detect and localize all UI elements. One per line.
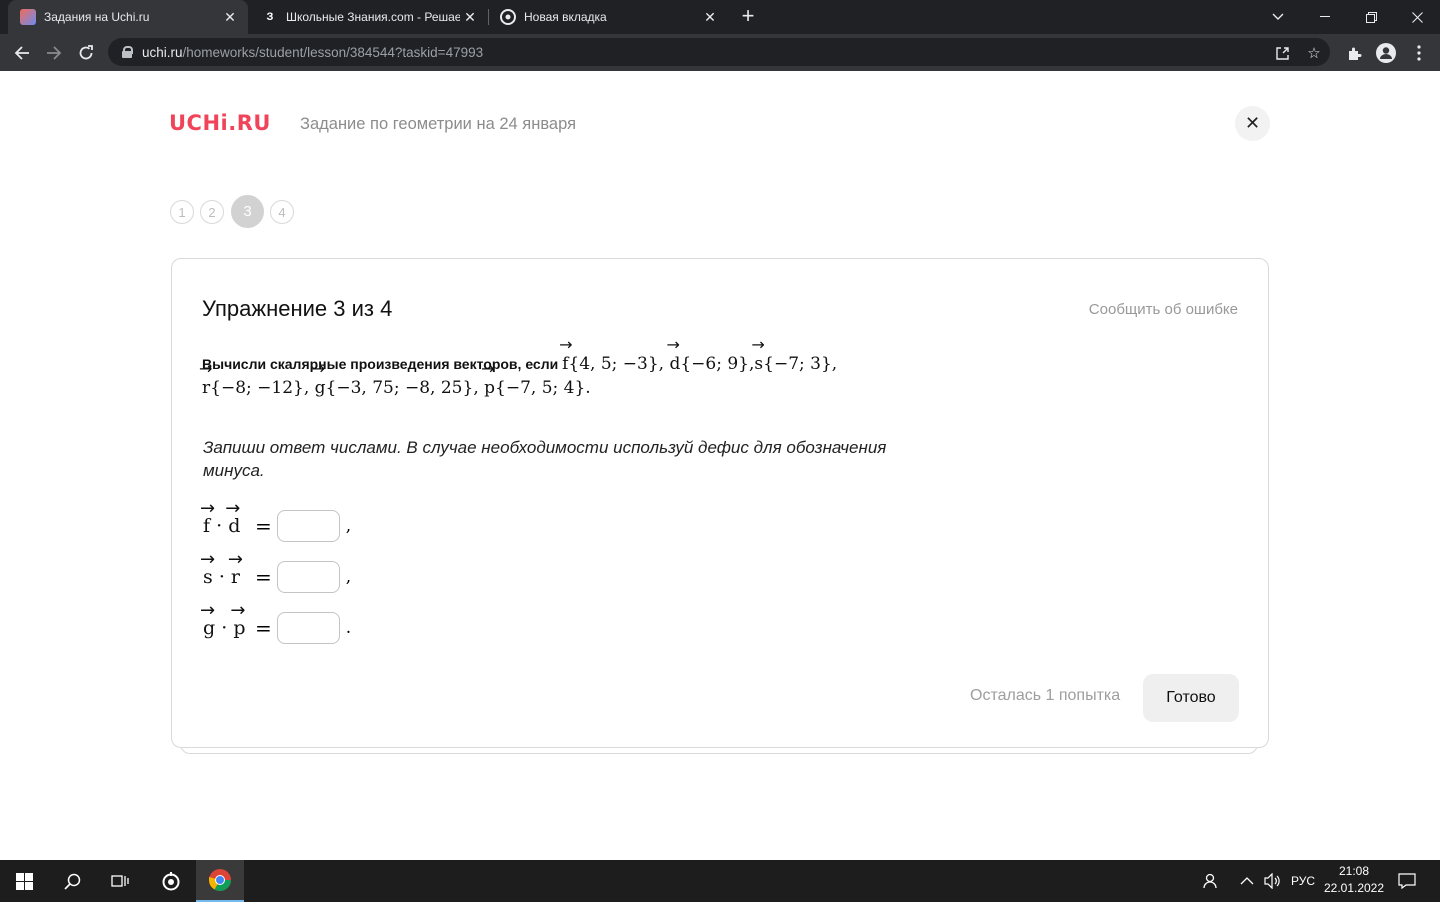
lock-icon bbox=[121, 46, 133, 58]
page-content: UCHi.RU Задание по геометрии на 24 январ… bbox=[0, 71, 1440, 860]
uchi-favicon bbox=[20, 9, 36, 25]
profile-avatar-icon[interactable] bbox=[1372, 39, 1400, 67]
exercise-title: Упражнение 3 из 4 bbox=[202, 296, 393, 321]
vector-name: r bbox=[199, 361, 213, 400]
vector-coords: {−6; 9} bbox=[680, 354, 749, 374]
equals-sign: = bbox=[255, 616, 272, 640]
answer-input-g-p[interactable] bbox=[276, 612, 340, 644]
search-icon[interactable] bbox=[48, 860, 96, 902]
equation-lhs: f · d bbox=[200, 501, 255, 537]
submit-button[interactable]: Готово bbox=[1143, 674, 1239, 722]
tab-new[interactable]: Новая вкладка ✕ bbox=[488, 0, 728, 34]
vector-name: p bbox=[230, 603, 245, 639]
close-icon[interactable]: ✕ bbox=[220, 7, 240, 27]
vector-name: s bbox=[751, 337, 764, 376]
equation-lhs: s · r bbox=[200, 552, 255, 588]
punctuation: . bbox=[345, 618, 352, 638]
windows-taskbar: РУС 21:08 22.01.2022 bbox=[0, 860, 1440, 902]
window-close-button[interactable] bbox=[1394, 0, 1440, 34]
tab-znanija[interactable]: З Школьные Знания.com - Решае ✕ bbox=[250, 0, 488, 34]
tab-title: Новая вкладка bbox=[524, 10, 607, 24]
browser-tab-strip: Задания на Uchi.ru ✕ З Школьные Знания.c… bbox=[0, 0, 1440, 34]
minimize-button[interactable] bbox=[1302, 0, 1348, 34]
close-icon[interactable]: ✕ bbox=[700, 7, 720, 27]
step-2[interactable]: 2 bbox=[200, 200, 224, 224]
dot-operator: · bbox=[216, 515, 223, 537]
system-clock[interactable]: 21:08 22.01.2022 bbox=[1318, 863, 1390, 897]
kebab-menu-icon[interactable] bbox=[1405, 39, 1433, 67]
step-1[interactable]: 1 bbox=[170, 200, 194, 224]
problem-statement: Вычисли скалярные произведения векторов,… bbox=[199, 337, 902, 400]
vector-coords: {−7, 5; 4} bbox=[495, 378, 586, 398]
vector-name: r bbox=[228, 552, 243, 588]
reload-icon[interactable] bbox=[72, 39, 100, 67]
url-text: uchi.ru/homeworks/student/lesson/384544?… bbox=[142, 44, 484, 60]
chrome-taskbar-icon[interactable] bbox=[196, 860, 244, 902]
report-error-link[interactable]: Сообщить об ошибке bbox=[1089, 301, 1238, 318]
forward-icon[interactable] bbox=[40, 39, 68, 67]
tab-uchi[interactable]: Задания на Uchi.ru ✕ bbox=[8, 0, 248, 34]
back-icon[interactable] bbox=[8, 39, 36, 67]
vector-name: p bbox=[481, 361, 495, 400]
equals-sign: = bbox=[255, 514, 272, 538]
exercise-card: Упражнение 3 из 4 Сообщить об ошибке Выч… bbox=[171, 258, 1269, 748]
tab-title: Школьные Знания.com - Решае bbox=[286, 10, 460, 24]
vector-name: s bbox=[200, 552, 215, 588]
vector-name: g bbox=[312, 361, 326, 400]
clock-date: 22.01.2022 bbox=[1323, 881, 1385, 895]
language-indicator[interactable]: РУС bbox=[1291, 860, 1315, 902]
equation-row: f · d = , bbox=[200, 501, 352, 543]
address-bar[interactable]: uchi.ru/homeworks/student/lesson/384544?… bbox=[108, 38, 1330, 66]
attempts-remaining: Осталась 1 попытка bbox=[970, 687, 1121, 704]
extensions-puzzle-icon[interactable] bbox=[1340, 39, 1368, 67]
equation-lhs: g · p bbox=[200, 603, 255, 639]
volume-icon[interactable] bbox=[1264, 860, 1282, 902]
restore-button[interactable] bbox=[1348, 0, 1394, 34]
vector-coords: {−8; −12} bbox=[210, 378, 304, 398]
chevron-up-icon[interactable] bbox=[1240, 860, 1254, 902]
close-icon[interactable]: ✕ bbox=[460, 7, 480, 27]
punctuation: , bbox=[345, 567, 352, 587]
task-view-icon[interactable] bbox=[96, 860, 144, 902]
equals-sign: = bbox=[255, 565, 272, 589]
vector-name: g bbox=[200, 603, 215, 639]
step-4[interactable]: 4 bbox=[270, 200, 294, 224]
vector-coords: {−7; 3} bbox=[763, 354, 832, 374]
punctuation: , bbox=[345, 516, 352, 536]
new-tab-button[interactable]: + bbox=[736, 5, 760, 29]
vector-name: f bbox=[559, 337, 573, 376]
answer-instruction: Запиши ответ числами. В случае необходим… bbox=[203, 438, 887, 480]
vector-coords: {−3, 75; −8, 25} bbox=[325, 378, 474, 398]
vector-name: d bbox=[225, 501, 240, 537]
problem-lead: Вычисли скалярные произведения векторов,… bbox=[202, 356, 559, 372]
tab-search-icon[interactable] bbox=[1255, 0, 1301, 34]
people-icon[interactable] bbox=[1202, 860, 1220, 902]
app-icon[interactable] bbox=[147, 860, 195, 902]
clock-time: 21:08 bbox=[1338, 864, 1370, 878]
bookmark-star-icon[interactable]: ☆ bbox=[1300, 39, 1328, 67]
equation-row: g · p = . bbox=[200, 603, 352, 645]
close-homework-button[interactable]: ✕ bbox=[1235, 106, 1270, 141]
windows-start-icon[interactable] bbox=[0, 860, 48, 902]
homework-title: Задание по геометрии на 24 января bbox=[300, 115, 577, 133]
tab-title: Задания на Uchi.ru bbox=[44, 10, 150, 24]
vector-name: f bbox=[200, 501, 215, 537]
share-icon[interactable] bbox=[1268, 39, 1296, 67]
equation-row: s · r = , bbox=[200, 552, 352, 594]
znanija-favicon: З bbox=[266, 11, 274, 23]
uchi-logo[interactable]: UCHi.RU bbox=[169, 111, 271, 135]
answer-input-f-d[interactable] bbox=[276, 510, 340, 542]
answer-input-s-r[interactable] bbox=[276, 561, 340, 593]
browser-toolbar: uchi.ru/homeworks/student/lesson/384544?… bbox=[0, 34, 1440, 71]
step-3-current[interactable]: 3 bbox=[231, 195, 264, 228]
vector-coords: {4, 5; −3} bbox=[568, 354, 659, 374]
dot-operator: · bbox=[221, 617, 228, 639]
notifications-icon[interactable] bbox=[1398, 860, 1416, 902]
vector-name: d bbox=[666, 337, 680, 376]
dot-operator: · bbox=[218, 566, 225, 588]
chrome-favicon bbox=[500, 9, 516, 25]
